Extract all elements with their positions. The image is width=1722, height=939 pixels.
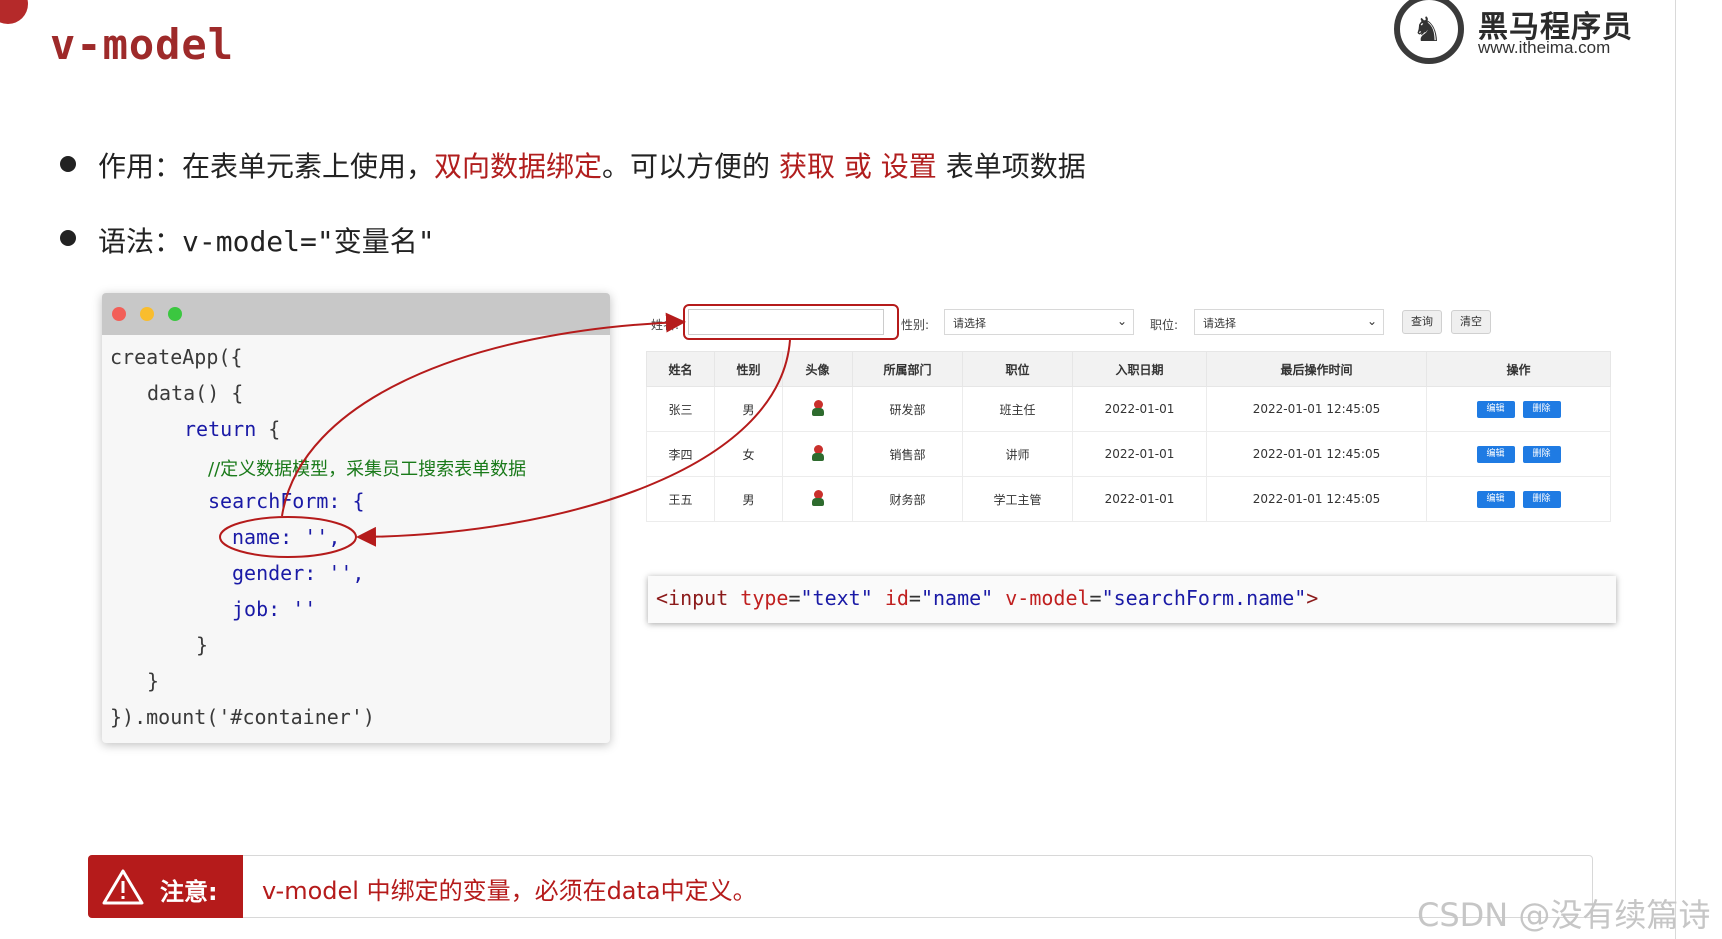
name-field-highlight xyxy=(219,516,357,558)
warning-icon xyxy=(102,869,144,905)
binding-arrow-to-input xyxy=(281,312,686,517)
name-input-highlight xyxy=(683,304,899,340)
annotation-overlay xyxy=(219,304,899,558)
note-text: v-model 中绑定的变量，必须在data中定义。 xyxy=(262,877,757,905)
watermark: CSDN @没有续篇诗 xyxy=(1417,896,1711,934)
binding-arrow-to-model xyxy=(356,339,791,547)
note-label: 注意: xyxy=(160,878,218,906)
